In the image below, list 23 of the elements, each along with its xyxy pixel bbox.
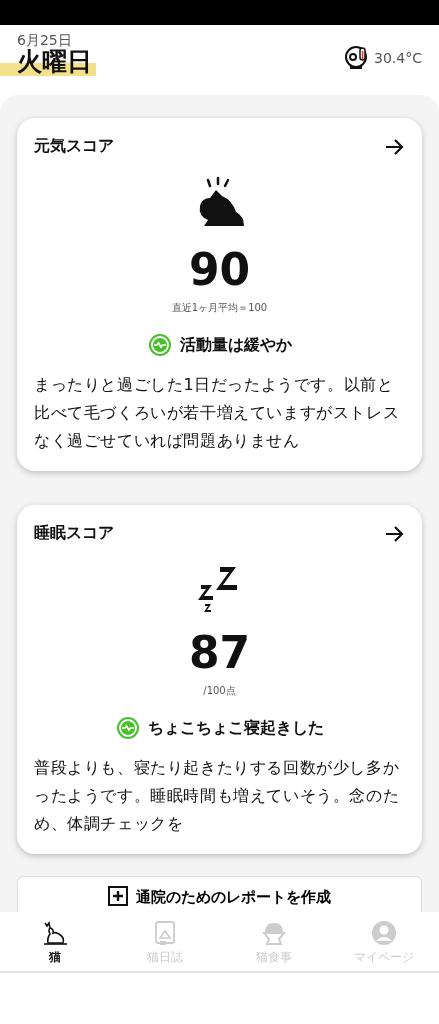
food-bowl-icon (261, 920, 288, 946)
arrow-right-icon[interactable] (385, 524, 405, 543)
card-title: 元気スコア (34, 135, 114, 157)
date-text: 6月25日 (17, 33, 73, 49)
card-title: 睡眠スコア (34, 522, 114, 544)
arrow-right-icon[interactable] (385, 137, 405, 156)
temperature-text: 30.4°C (374, 48, 422, 68)
score-value: 90 (187, 248, 252, 292)
description-text: 普段よりも、寝たり起きたりする回数が少し多かったようです。睡眠時間も増えていそう。念のため、体調チェックを (34, 757, 401, 835)
score-note: 直近1ヶ月平均＝100 (170, 301, 269, 315)
user-icon (371, 920, 398, 946)
score-note: /100点 (202, 684, 237, 698)
nav-tab[interactable]: 猫 (0, 912, 110, 971)
report-button[interactable]: 通院のためのレポートを作成 (17, 876, 422, 912)
diary-icon (152, 920, 177, 946)
weekday-title: 火曜日 (0, 48, 96, 76)
pulse-badge-icon (115, 716, 140, 740)
score-value: 87 (187, 631, 252, 675)
status-text: ちょこちょこ寝起きした (147, 717, 324, 739)
description-text: まったりと過ごした1日だったようです。以前と比べて毛づくろいが若干増えていますがストレスなく過ごせていれば問題ありません (34, 374, 401, 452)
add-document-icon (108, 886, 128, 906)
pulse-badge-icon (147, 333, 172, 357)
status-text: 活動量は緩やか (179, 334, 292, 356)
